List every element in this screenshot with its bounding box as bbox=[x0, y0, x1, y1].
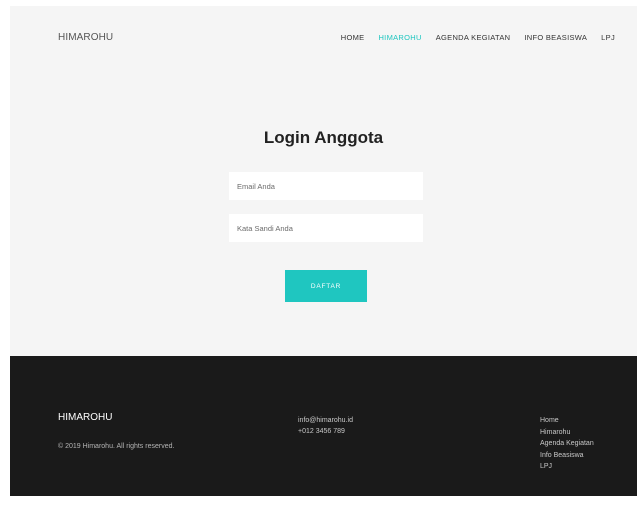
nav-item-agenda-kegiatan[interactable]: AGENDA KEGIATAN bbox=[436, 33, 511, 42]
login-title: Login Anggota bbox=[263, 128, 384, 147]
footer-link-info-beasiswa[interactable]: Info Beasiswa bbox=[540, 450, 594, 462]
footer-link-home[interactable]: Home bbox=[540, 415, 594, 427]
footer-link-agenda-kegiatan[interactable]: Agenda Kegiatan bbox=[540, 438, 594, 450]
page: HIMAROHU HOME HIMAROHU AGENDA KEGIATAN I… bbox=[0, 0, 643, 524]
nav-item-lpj[interactable]: LPJ bbox=[601, 33, 615, 42]
login-section: Login Anggota DAFTAR bbox=[10, 70, 637, 356]
nav-item-himarohu[interactable]: HIMAROHU bbox=[378, 33, 421, 42]
nav-item-info-beasiswa[interactable]: INFO BEASISWA bbox=[524, 33, 587, 42]
submit-button[interactable]: DAFTAR bbox=[285, 270, 367, 302]
footer-email[interactable]: info@himarohu.id bbox=[298, 415, 353, 426]
nav-item-home[interactable]: HOME bbox=[341, 33, 365, 42]
footer-phone[interactable]: +012 3456 789 bbox=[298, 426, 353, 437]
footer-link-lpj[interactable]: LPJ bbox=[540, 461, 594, 473]
footer-link-himarohu[interactable]: Himarohu bbox=[540, 427, 594, 439]
footer-copyright: © 2019 Himarohu. All rights reserved. bbox=[58, 443, 175, 450]
site-logo[interactable]: HIMAROHU bbox=[58, 32, 113, 43]
main-nav: HOME HIMAROHU AGENDA KEGIATAN INFO BEASI… bbox=[341, 33, 615, 42]
footer-brand: HIMAROHU bbox=[58, 412, 113, 423]
footer-contact: info@himarohu.id +012 3456 789 bbox=[298, 415, 353, 437]
site-header: HIMAROHU HOME HIMAROHU AGENDA KEGIATAN I… bbox=[10, 6, 637, 70]
footer-links: Home Himarohu Agenda Kegiatan Info Beasi… bbox=[540, 415, 594, 473]
password-field[interactable] bbox=[229, 214, 423, 242]
site-footer: HIMAROHU © 2019 Himarohu. All rights res… bbox=[10, 356, 637, 496]
email-field[interactable] bbox=[229, 172, 423, 200]
